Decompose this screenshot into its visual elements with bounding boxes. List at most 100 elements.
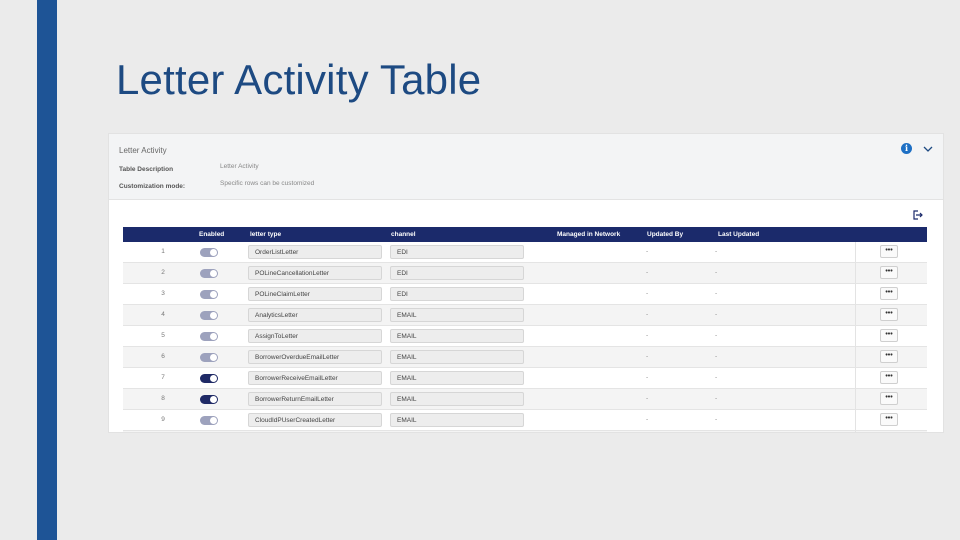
updated-by-value: - xyxy=(646,248,649,255)
export-icon[interactable] xyxy=(911,209,923,221)
enabled-toggle[interactable] xyxy=(200,395,218,404)
row-number: 6 xyxy=(161,353,165,360)
enabled-toggle[interactable] xyxy=(200,332,218,341)
channel-field[interactable]: EMAIL xyxy=(390,308,524,322)
last-updated-value: - xyxy=(715,311,718,318)
table-row: 3 POLineClaimLetter EDI - - ••• xyxy=(123,284,927,305)
channel-field[interactable]: EMAIL xyxy=(390,413,524,427)
letter-type-field[interactable]: BorrowerOverdueEmailLetter xyxy=(248,350,382,364)
column-divider xyxy=(855,347,856,367)
last-updated-value: - xyxy=(715,248,718,255)
table-row: 5 AssignToLetter EMAIL - - ••• xyxy=(123,326,927,347)
enabled-toggle[interactable] xyxy=(200,416,218,425)
letter-type-field[interactable]: AnalyticsLetter xyxy=(248,308,382,322)
table-row: 4 AnalyticsLetter EMAIL - - ••• xyxy=(123,305,927,326)
row-actions-more-icon[interactable]: ••• xyxy=(880,287,898,300)
row-number: 7 xyxy=(161,374,165,381)
row-number: 2 xyxy=(161,269,165,276)
letter-type-field[interactable]: POLineCancellationLetter xyxy=(248,266,382,280)
chevron-down-icon[interactable] xyxy=(922,144,934,154)
last-updated-value: - xyxy=(715,353,718,360)
letter-activity-panel: Letter Activity Table Description Letter… xyxy=(108,133,944,433)
channel-field[interactable]: EMAIL xyxy=(390,371,524,385)
channel-field[interactable]: EMAIL xyxy=(390,350,524,364)
table-row: 1 OrderListLetter EDI - - ••• xyxy=(123,242,927,263)
row-actions-more-icon[interactable]: ••• xyxy=(880,371,898,384)
table-body: 1 OrderListLetter EDI - - ••• 2 POLineCancellat… xyxy=(123,242,927,432)
enabled-toggle[interactable] xyxy=(200,353,218,362)
column-divider xyxy=(855,284,856,304)
updated-by-value: - xyxy=(646,416,649,423)
row-number: 4 xyxy=(161,311,165,318)
column-divider xyxy=(855,431,856,432)
last-updated-value: - xyxy=(715,374,718,381)
channel-field[interactable]: EMAIL xyxy=(390,392,524,406)
toggle-knob xyxy=(210,333,217,340)
customization-mode-value: Specific rows can be customized xyxy=(220,180,315,187)
letter-type-field[interactable]: BorrowerReturnEmailLetter xyxy=(248,392,382,406)
table-row: 10CollectionContributionLetterEMAIL--••• xyxy=(123,431,927,432)
column-divider xyxy=(855,410,856,430)
updated-by-value: - xyxy=(646,353,649,360)
column-header-updated-by[interactable]: Updated By xyxy=(647,231,683,238)
updated-by-value: - xyxy=(646,269,649,276)
channel-field[interactable]: EDI xyxy=(390,287,524,301)
updated-by-value: - xyxy=(646,332,649,339)
column-header-managed-in-network[interactable]: Managed in Network xyxy=(557,231,620,238)
updated-by-value: - xyxy=(646,311,649,318)
enabled-toggle[interactable] xyxy=(200,290,218,299)
row-actions-more-icon[interactable]: ••• xyxy=(880,308,898,321)
row-number: 3 xyxy=(161,290,165,297)
last-updated-value: - xyxy=(715,269,718,276)
table-row: 7 BorrowerReceiveEmailLetter EMAIL - - ••• xyxy=(123,368,927,389)
enabled-toggle[interactable] xyxy=(200,374,218,383)
channel-field[interactable]: EMAIL xyxy=(390,329,524,343)
column-header-channel[interactable]: channel xyxy=(391,231,416,238)
table-row: 8 BorrowerReturnEmailLetter EMAIL - - ••• xyxy=(123,389,927,410)
customization-mode-label: Customization mode: xyxy=(119,183,186,190)
enabled-toggle[interactable] xyxy=(200,311,218,320)
letter-activity-table: Enabled letter type channel Managed in N… xyxy=(123,227,927,432)
letter-type-field[interactable]: CloudIdPUserCreatedLetter xyxy=(248,413,382,427)
letter-type-field[interactable]: AssignToLetter xyxy=(248,329,382,343)
accent-side-bar xyxy=(37,0,57,540)
slide-title: Letter Activity Table xyxy=(116,56,482,103)
row-actions-more-icon[interactable]: ••• xyxy=(880,245,898,258)
info-icon[interactable]: i xyxy=(901,143,912,154)
row-actions-more-icon[interactable]: ••• xyxy=(880,329,898,342)
row-number: 8 xyxy=(161,395,165,402)
channel-field[interactable]: EDI xyxy=(390,245,524,259)
column-divider xyxy=(855,368,856,388)
column-header-last-updated[interactable]: Last Updated xyxy=(718,231,759,238)
panel-header: Letter Activity Table Description Letter… xyxy=(109,134,943,200)
toggle-knob xyxy=(210,270,217,277)
column-header-letter-type[interactable]: letter type xyxy=(250,231,281,238)
enabled-toggle[interactable] xyxy=(200,248,218,257)
toggle-knob xyxy=(210,417,217,424)
updated-by-value: - xyxy=(646,395,649,402)
table-description-label: Table Description xyxy=(119,166,174,173)
column-divider xyxy=(855,263,856,283)
last-updated-value: - xyxy=(715,332,718,339)
channel-field[interactable]: EDI xyxy=(390,266,524,280)
column-divider xyxy=(855,242,856,262)
row-actions-more-icon[interactable]: ••• xyxy=(880,350,898,363)
updated-by-value: - xyxy=(646,290,649,297)
table-row: 6 BorrowerOverdueEmailLetter EMAIL - - ••• xyxy=(123,347,927,368)
column-header-enabled[interactable]: Enabled xyxy=(199,231,224,238)
row-actions-more-icon[interactable]: ••• xyxy=(880,413,898,426)
letter-type-field[interactable]: OrderListLetter xyxy=(248,245,382,259)
toggle-knob xyxy=(210,312,217,319)
row-actions-more-icon[interactable]: ••• xyxy=(880,392,898,405)
row-number: 5 xyxy=(161,332,165,339)
letter-type-field[interactable]: POLineClaimLetter xyxy=(248,287,382,301)
panel-title: Letter Activity xyxy=(119,146,167,155)
last-updated-value: - xyxy=(715,290,718,297)
row-number: 1 xyxy=(161,248,165,255)
enabled-toggle[interactable] xyxy=(200,269,218,278)
row-actions-more-icon[interactable]: ••• xyxy=(880,266,898,279)
column-divider xyxy=(855,326,856,346)
toggle-knob xyxy=(210,375,217,382)
updated-by-value: - xyxy=(646,374,649,381)
letter-type-field[interactable]: BorrowerReceiveEmailLetter xyxy=(248,371,382,385)
